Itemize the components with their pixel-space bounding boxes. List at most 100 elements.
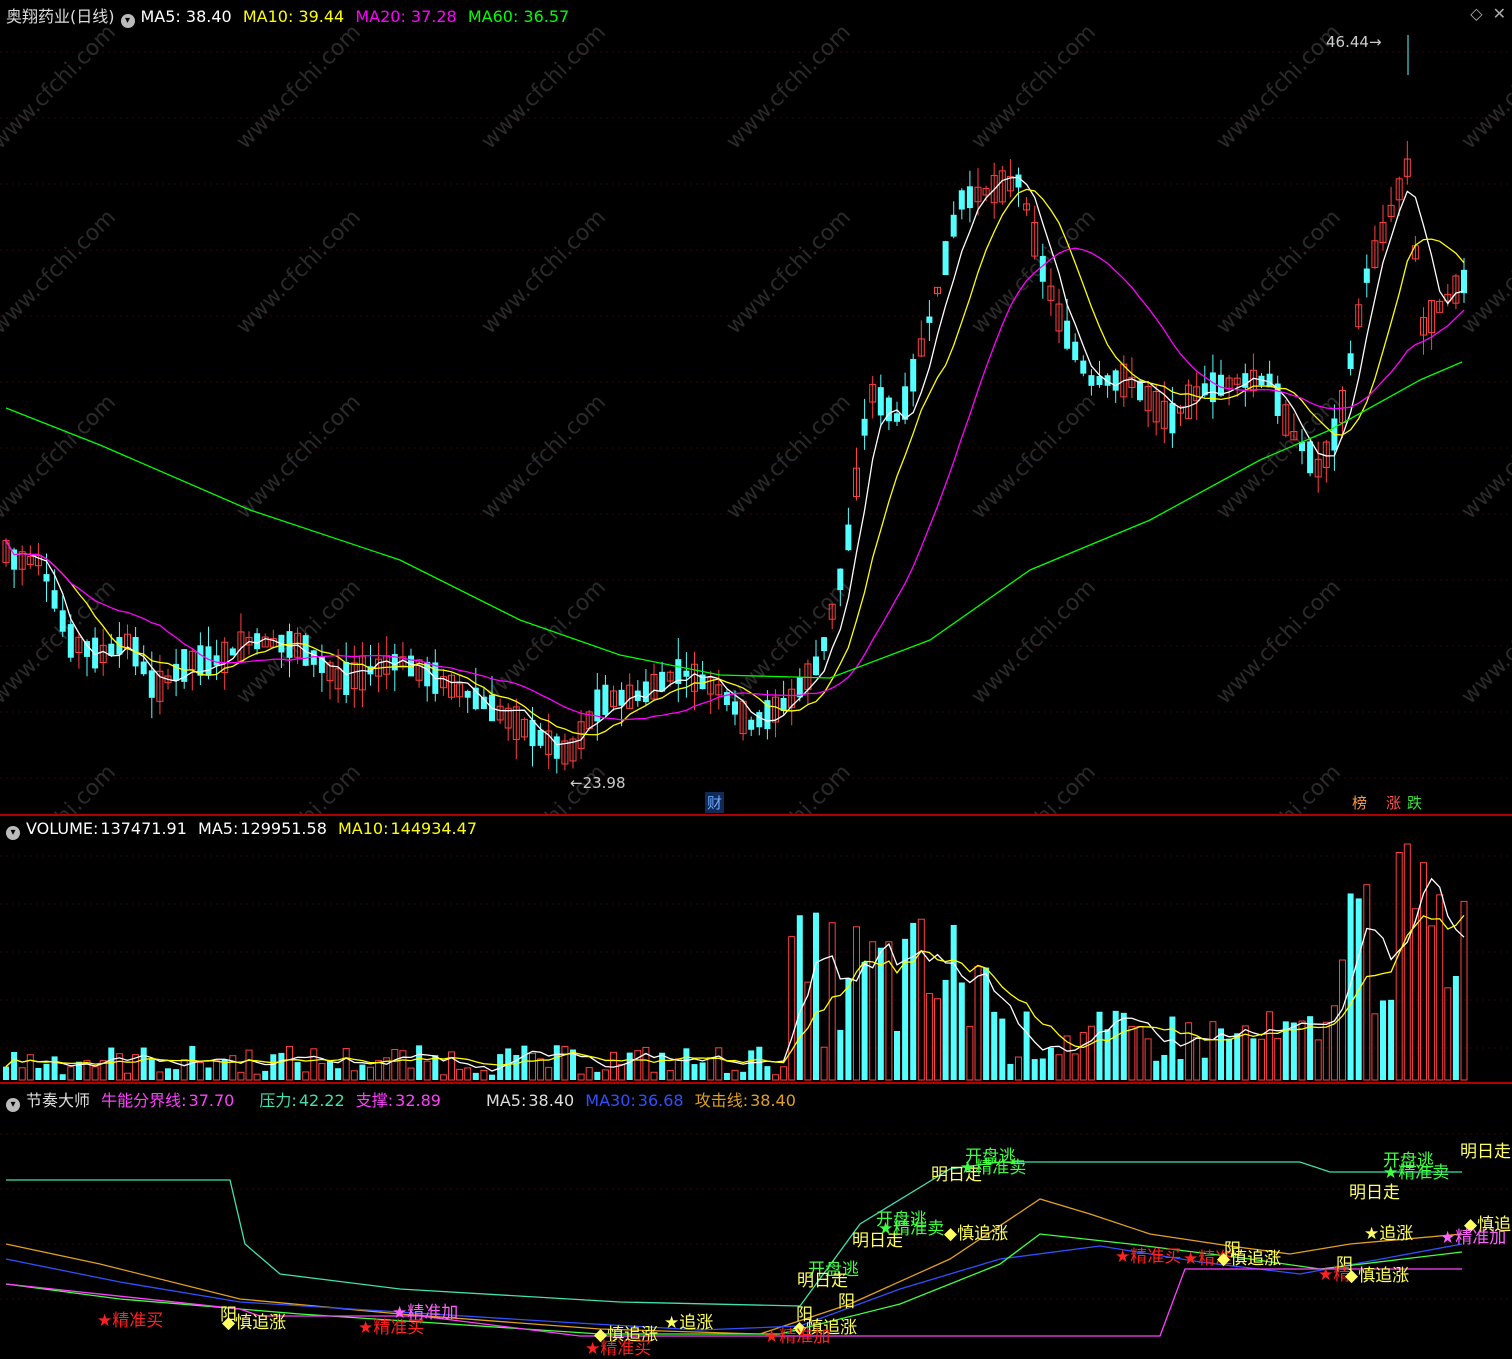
watermark-text: www.cfchi.com [967, 205, 1101, 339]
candle-down [1072, 341, 1079, 361]
volume-bar-down [1047, 1047, 1054, 1080]
arrow-right-icon: → [1368, 33, 1382, 51]
volume-header: ▾ VOLUME: 137471.91 MA5: 129951.58 MA10: 144… [6, 819, 483, 843]
volume-bar-down [1452, 975, 1459, 1080]
volume-bar-down [1096, 1011, 1103, 1080]
ma20-label: MA20: [355, 7, 406, 26]
volume-bar-down [1347, 893, 1354, 1080]
vol-ma10-value: 144934.47 [390, 819, 477, 838]
candle-down [877, 387, 884, 416]
indicator-name[interactable]: 节奏大师 [26, 1091, 90, 1110]
volume-bar-up [715, 1047, 723, 1081]
volume-bar-down [1007, 1063, 1014, 1080]
pressure-label: 压力: [259, 1091, 297, 1110]
volume-bar-up [399, 1050, 407, 1081]
volume-bar-down [51, 1056, 58, 1080]
indicator-panel[interactable]: ▾ 节奏大师 牛能分界线: 37.70 压力: 42.22 支撑: 32.89 MA5:… [0, 1084, 1512, 1359]
fall-badge[interactable]: 跌 [1405, 792, 1424, 813]
volume-panel[interactable]: ▾ VOLUME: 137471.91 MA5: 129951.58 MA10: 144… [0, 816, 1512, 1082]
rank-badge[interactable]: 榜 [1350, 792, 1369, 813]
volume-bar-down [1023, 1011, 1030, 1080]
volume-bar-down [845, 978, 852, 1080]
ma20-legend: MA20: 37.28 [355, 7, 456, 26]
volume-bar-up [1266, 1011, 1274, 1081]
finance-badge[interactable]: 财 [705, 792, 725, 813]
volume-bar-down [837, 1029, 844, 1080]
signal-label: ★精准卖 [1383, 1163, 1450, 1183]
candle-down [1209, 372, 1216, 403]
vol-ma5-line [5, 877, 1465, 1072]
candle-down [732, 701, 738, 715]
volume-bar-down [294, 1062, 301, 1080]
volume-bar-up [1071, 1053, 1079, 1081]
volume-bar-down [1039, 1058, 1046, 1080]
watermark-text: www.cfchi.com [477, 205, 611, 339]
settings-circle-icon[interactable]: ▾ [6, 1098, 20, 1112]
volume-bar-up [26, 1054, 34, 1081]
settings-circle-icon[interactable]: ▾ [120, 14, 135, 28]
watermark-text: www.cfchi.com [967, 575, 1101, 709]
candle-down [1307, 441, 1314, 474]
signal-label: ★追涨 [1364, 1224, 1414, 1244]
candle-down [1347, 353, 1354, 369]
volume-bar-down [1161, 1054, 1168, 1080]
candle-down [1039, 256, 1046, 282]
price-panel[interactable]: www.cfchi.com www.cfchi.com www.cfchi.com w… [0, 0, 1512, 814]
volume-bar-up [253, 1073, 261, 1081]
candle-down [229, 648, 236, 656]
settings-circle-icon[interactable]: ▾ [6, 826, 20, 840]
diamond-icon[interactable]: ◇ [1470, 4, 1482, 23]
volume-bar-down [723, 1072, 730, 1080]
stock-name[interactable]: 奥翔药业(日线) [6, 7, 115, 26]
volume-bar-up [245, 1049, 253, 1081]
volume-bar-up [934, 998, 941, 1081]
candle-down [67, 624, 74, 658]
volume-chart[interactable] [0, 816, 1512, 1082]
candle-down [602, 684, 609, 715]
signal-label: 阳 [1224, 1240, 1241, 1260]
volume-bar-up [1436, 894, 1444, 1081]
volume-bar-up [124, 1072, 131, 1081]
volume-bar-up [318, 1063, 326, 1081]
volume-bar-down [1234, 1033, 1241, 1080]
volume-bar-down [359, 1064, 366, 1080]
volume-bar-up [780, 1066, 788, 1081]
volume-bar-up [966, 1025, 974, 1081]
candle-down [1088, 375, 1095, 386]
volume-bar-up [577, 1073, 585, 1081]
candle-down [845, 524, 852, 551]
watermark-text: www.cfchi.com [232, 390, 366, 524]
volume-bar-up [456, 1068, 464, 1081]
rise-badge[interactable]: 涨 [1384, 792, 1403, 813]
ma10-label: MA10: [242, 7, 294, 26]
watermark-text: www.cfchi.com [722, 390, 856, 524]
candle-down [756, 712, 763, 728]
candle-down [43, 574, 50, 582]
candle-down [723, 692, 730, 705]
volume-bar-down [1120, 1012, 1127, 1080]
window-controls: ◇ ✕ [1460, 4, 1506, 23]
watermark-text: www.cfchi.com [1457, 575, 1512, 709]
volume-bar-up [464, 1067, 472, 1081]
volume-bar-down [262, 1070, 269, 1080]
watermark-text: www.cfchi.com [1212, 575, 1346, 709]
attack-value: 38.40 [750, 1091, 796, 1110]
support-value: 32.89 [395, 1091, 441, 1110]
volume-bar-down [521, 1045, 528, 1080]
volume-bar-up [1209, 1021, 1217, 1081]
volume-bar-down [472, 1072, 479, 1080]
volume-bar-down [1226, 1038, 1233, 1080]
ma10-legend: MA10: 39.44 [243, 7, 344, 26]
candle-down [942, 241, 949, 276]
close-icon[interactable]: ✕ [1493, 4, 1506, 23]
volume-bar-up [1015, 1056, 1022, 1081]
signal-label: ★精准买 [1115, 1247, 1182, 1267]
volume-bar-up [1136, 1026, 1144, 1081]
watermark-text: www.cfchi.com [0, 20, 121, 154]
candlestick-chart[interactable]: www.cfchi.com www.cfchi.com www.cfchi.com w… [0, 0, 1512, 814]
watermark-text: www.cfchi.com [0, 760, 121, 814]
volume-bar-down [894, 1030, 900, 1080]
volume-bar-down [1177, 1059, 1184, 1080]
volume-bar-down [1031, 1059, 1038, 1080]
volume-label: VOLUME: [26, 819, 99, 838]
